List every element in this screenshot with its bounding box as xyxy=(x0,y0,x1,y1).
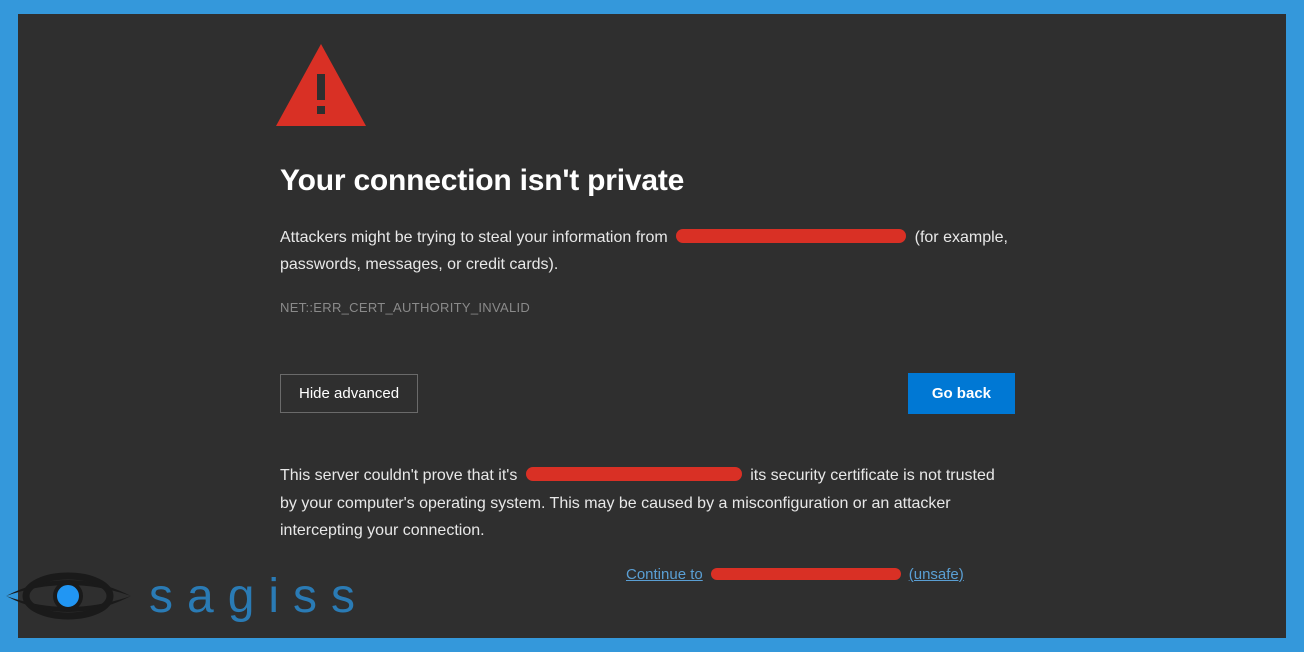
redacted-hostname-2 xyxy=(526,467,742,481)
sagiss-logo: sagiss xyxy=(6,559,369,634)
ssl-error-panel: Your connection isn't private Attackers … xyxy=(18,14,1286,638)
redacted-hostname xyxy=(676,229,906,243)
error-heading: Your connection isn't private xyxy=(280,164,1030,198)
warning-triangle-icon xyxy=(276,44,1030,126)
sagiss-wordmark: sagiss xyxy=(149,569,369,624)
advanced-explanation: This server couldn't prove that it's its… xyxy=(280,462,1015,544)
continue-suffix: (unsafe) xyxy=(909,566,964,583)
hide-advanced-button[interactable]: Hide advanced xyxy=(280,374,418,413)
continue-row: Continue to (unsafe) xyxy=(280,566,1030,584)
continue-prefix: Continue to xyxy=(626,566,703,583)
button-row: Hide advanced Go back xyxy=(280,373,1015,414)
redacted-hostname-3 xyxy=(711,568,901,580)
error-description: Attackers might be trying to steal your … xyxy=(280,224,1030,278)
eye-icon xyxy=(6,559,131,634)
go-back-button[interactable]: Go back xyxy=(908,373,1015,414)
description-prefix: Attackers might be trying to steal your … xyxy=(280,229,668,246)
error-code: NET::ERR_CERT_AUTHORITY_INVALID xyxy=(280,300,1030,315)
continue-unsafe-link[interactable]: Continue to (unsafe) xyxy=(626,566,964,583)
advanced-prefix: This server couldn't prove that it's xyxy=(280,467,517,484)
